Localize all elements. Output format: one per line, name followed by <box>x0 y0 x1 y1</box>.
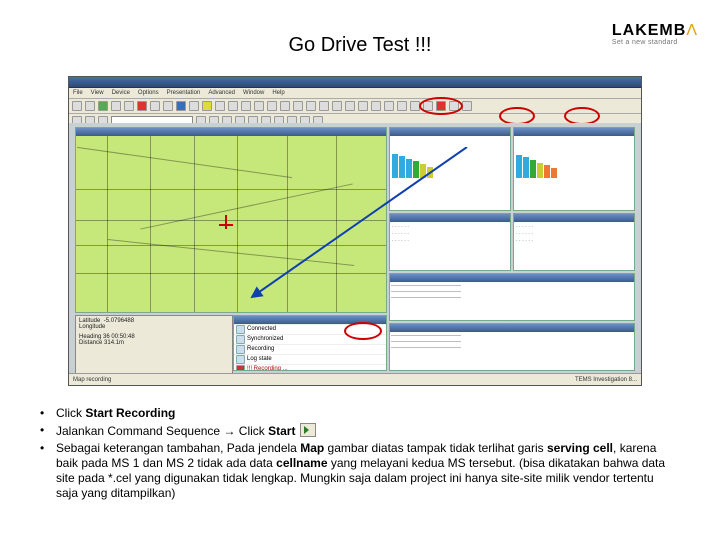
menu-file[interactable]: File <box>73 90 83 96</box>
toolbar-icon[interactable] <box>319 101 329 111</box>
instruction-line-3: Sebagai keterangan tambahan, Pada jendel… <box>56 441 680 503</box>
annotation-circle-1 <box>419 97 463 115</box>
status-left: Map recording <box>73 377 111 383</box>
command-sequence-window: Connected Synchronized Recording Log sta… <box>233 315 387 371</box>
toolbar-icon[interactable] <box>358 101 368 111</box>
data-window-1 <box>389 127 511 211</box>
data-window-3: · · · · · ·· · · · · ·· · · · · · <box>389 213 511 271</box>
status-icon <box>236 335 245 344</box>
bullet-icon: • <box>40 441 56 503</box>
map-canvas[interactable] <box>76 136 386 312</box>
toolbar-icon[interactable] <box>98 101 108 111</box>
map-window <box>75 127 387 313</box>
toolbar-icon[interactable] <box>397 101 407 111</box>
toolbar-icon[interactable] <box>345 101 355 111</box>
toolbar-icon[interactable] <box>85 101 95 111</box>
cmd-line: Recording <box>247 345 274 354</box>
bullet-icon: • <box>40 423 56 441</box>
window-titlebar <box>69 77 641 88</box>
page-title: Go Drive Test !!! <box>0 34 720 57</box>
menu-advanced[interactable]: Advanced <box>208 90 235 96</box>
gps-panel: Latitude -5.0796488 Longitude Heading 36… <box>75 315 233 375</box>
toolbar-icon[interactable] <box>280 101 290 111</box>
cmd-line: Synchronized <box>247 335 283 344</box>
menu-view[interactable]: View <box>91 90 104 96</box>
toolbar-icon[interactable] <box>228 101 238 111</box>
instruction-line-2: Jalankan Command Sequence → Click Start <box>56 423 680 441</box>
lon-label: Longitude <box>79 324 105 330</box>
dist-value: 314.1m <box>104 340 124 346</box>
cmd-line: Log state <box>247 355 272 364</box>
toolbar-icon[interactable] <box>111 101 121 111</box>
status-right: TEMS Investigation 8... <box>575 377 637 383</box>
bullet-icon: • <box>40 406 56 423</box>
menu-help[interactable]: Help <box>272 90 284 96</box>
status-icon <box>236 355 245 364</box>
toolbar-icon[interactable] <box>150 101 160 111</box>
workspace: Latitude -5.0796488 Longitude Heading 36… <box>69 123 641 373</box>
toolbar-icon[interactable] <box>176 101 186 111</box>
toolbar-icon[interactable] <box>462 101 472 111</box>
status-icon <box>236 345 245 354</box>
toolbar-icon[interactable] <box>189 101 199 111</box>
data-window-4: · · · · · ·· · · · · ·· · · · · · <box>513 213 635 271</box>
menu-options[interactable]: Options <box>138 90 159 96</box>
toolbar-icon[interactable] <box>72 101 82 111</box>
status-bar: Map recording TEMS Investigation 8... <box>69 373 641 385</box>
toolbar-icon[interactable] <box>124 101 134 111</box>
cmd-line-recording: !!! Recording ... <box>247 365 288 370</box>
data-window-5: ————————————————————————————————————————… <box>389 273 635 321</box>
toolbar-icon[interactable] <box>163 101 173 111</box>
toolbar-icon[interactable] <box>293 101 303 111</box>
play-icon <box>300 423 316 437</box>
instructions-list: • Click Start Recording • Jalankan Comma… <box>40 406 680 503</box>
toolbar-icon[interactable] <box>137 101 147 111</box>
toolbar-icon[interactable] <box>267 101 277 111</box>
app-screenshot: File View Device Options Presentation Ad… <box>68 76 642 386</box>
toolbar-icon[interactable] <box>215 101 225 111</box>
toolbar-icon[interactable] <box>384 101 394 111</box>
menu-bar: File View Device Options Presentation Ad… <box>69 88 641 99</box>
map-window-titlebar <box>76 128 386 136</box>
map-cursor-icon <box>225 215 227 229</box>
status-icon <box>236 325 245 334</box>
menu-window[interactable]: Window <box>243 90 264 96</box>
instruction-line-1: Click Start Recording <box>56 406 680 423</box>
toolbar-icon[interactable] <box>241 101 251 111</box>
toolbar-icon[interactable] <box>306 101 316 111</box>
toolbar-1 <box>69 99 641 114</box>
dist-label: Distance <box>79 340 102 346</box>
annotation-circle-cmd <box>344 322 382 340</box>
toolbar-icon[interactable] <box>371 101 381 111</box>
menu-presentation[interactable]: Presentation <box>167 90 201 96</box>
toolbar-icon[interactable] <box>332 101 342 111</box>
toolbar-icon[interactable] <box>254 101 264 111</box>
data-window-6: ————————————————————————————————————————… <box>389 323 635 371</box>
cmd-line: Connected <box>247 325 276 334</box>
data-window-2 <box>513 127 635 211</box>
toolbar-icon[interactable] <box>202 101 212 111</box>
menu-device[interactable]: Device <box>112 90 130 96</box>
record-icon <box>236 365 245 370</box>
